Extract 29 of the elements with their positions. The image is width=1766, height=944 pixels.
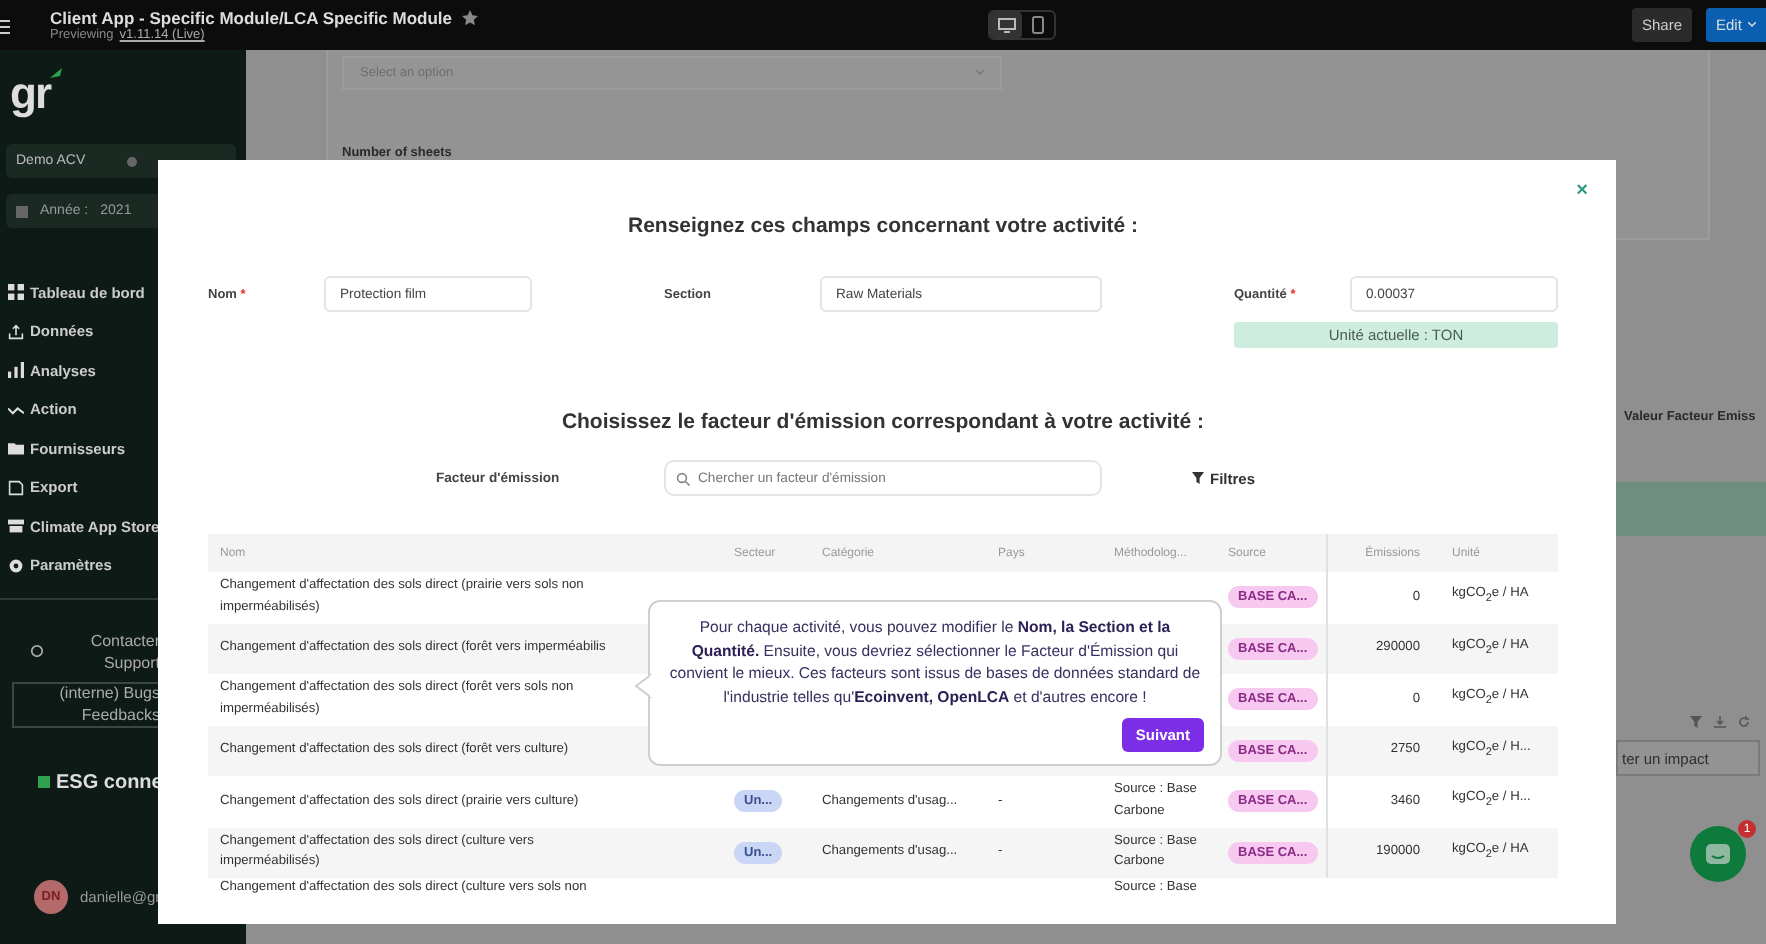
bar-chart-icon: [8, 362, 24, 378]
upload-icon: [8, 323, 24, 339]
search-icon: [676, 471, 690, 485]
trend-icon: [8, 401, 24, 417]
logo: gr: [10, 68, 50, 120]
caret-icon: [976, 70, 984, 76]
chat-button[interactable]: [1690, 826, 1746, 882]
menu-icon[interactable]: [0, 17, 10, 33]
esg-logo-icon: [38, 776, 50, 788]
dialog-title: Renseignez ces champs concernant votre activité :: [625, 214, 1140, 238]
support-icon: [30, 644, 44, 658]
calendar-icon: [16, 205, 28, 217]
monitor-icon: [997, 17, 1015, 33]
desktop-toggle[interactable]: [990, 12, 1022, 38]
section-title: Choisissez le facteur d'émission correspondant à votre activité :: [559, 410, 1207, 434]
chat-icon: [1706, 843, 1730, 865]
phone-icon: [1032, 16, 1044, 34]
document-icon: [8, 479, 24, 495]
leaf-icon: [50, 68, 62, 78]
support-link[interactable]: Contacter Support: [80, 629, 160, 673]
app-title: Client App - Specific Module/LCA Specific Module: [50, 8, 453, 28]
grid-icon: [8, 284, 24, 300]
filter-icon: [1192, 472, 1204, 484]
settings-icon: [125, 155, 138, 167]
caret-icon: [1747, 22, 1756, 28]
star-icon[interactable]: [462, 10, 479, 26]
folder-icon: [8, 440, 24, 456]
store-icon: [8, 518, 24, 534]
gear-icon: [8, 557, 24, 573]
